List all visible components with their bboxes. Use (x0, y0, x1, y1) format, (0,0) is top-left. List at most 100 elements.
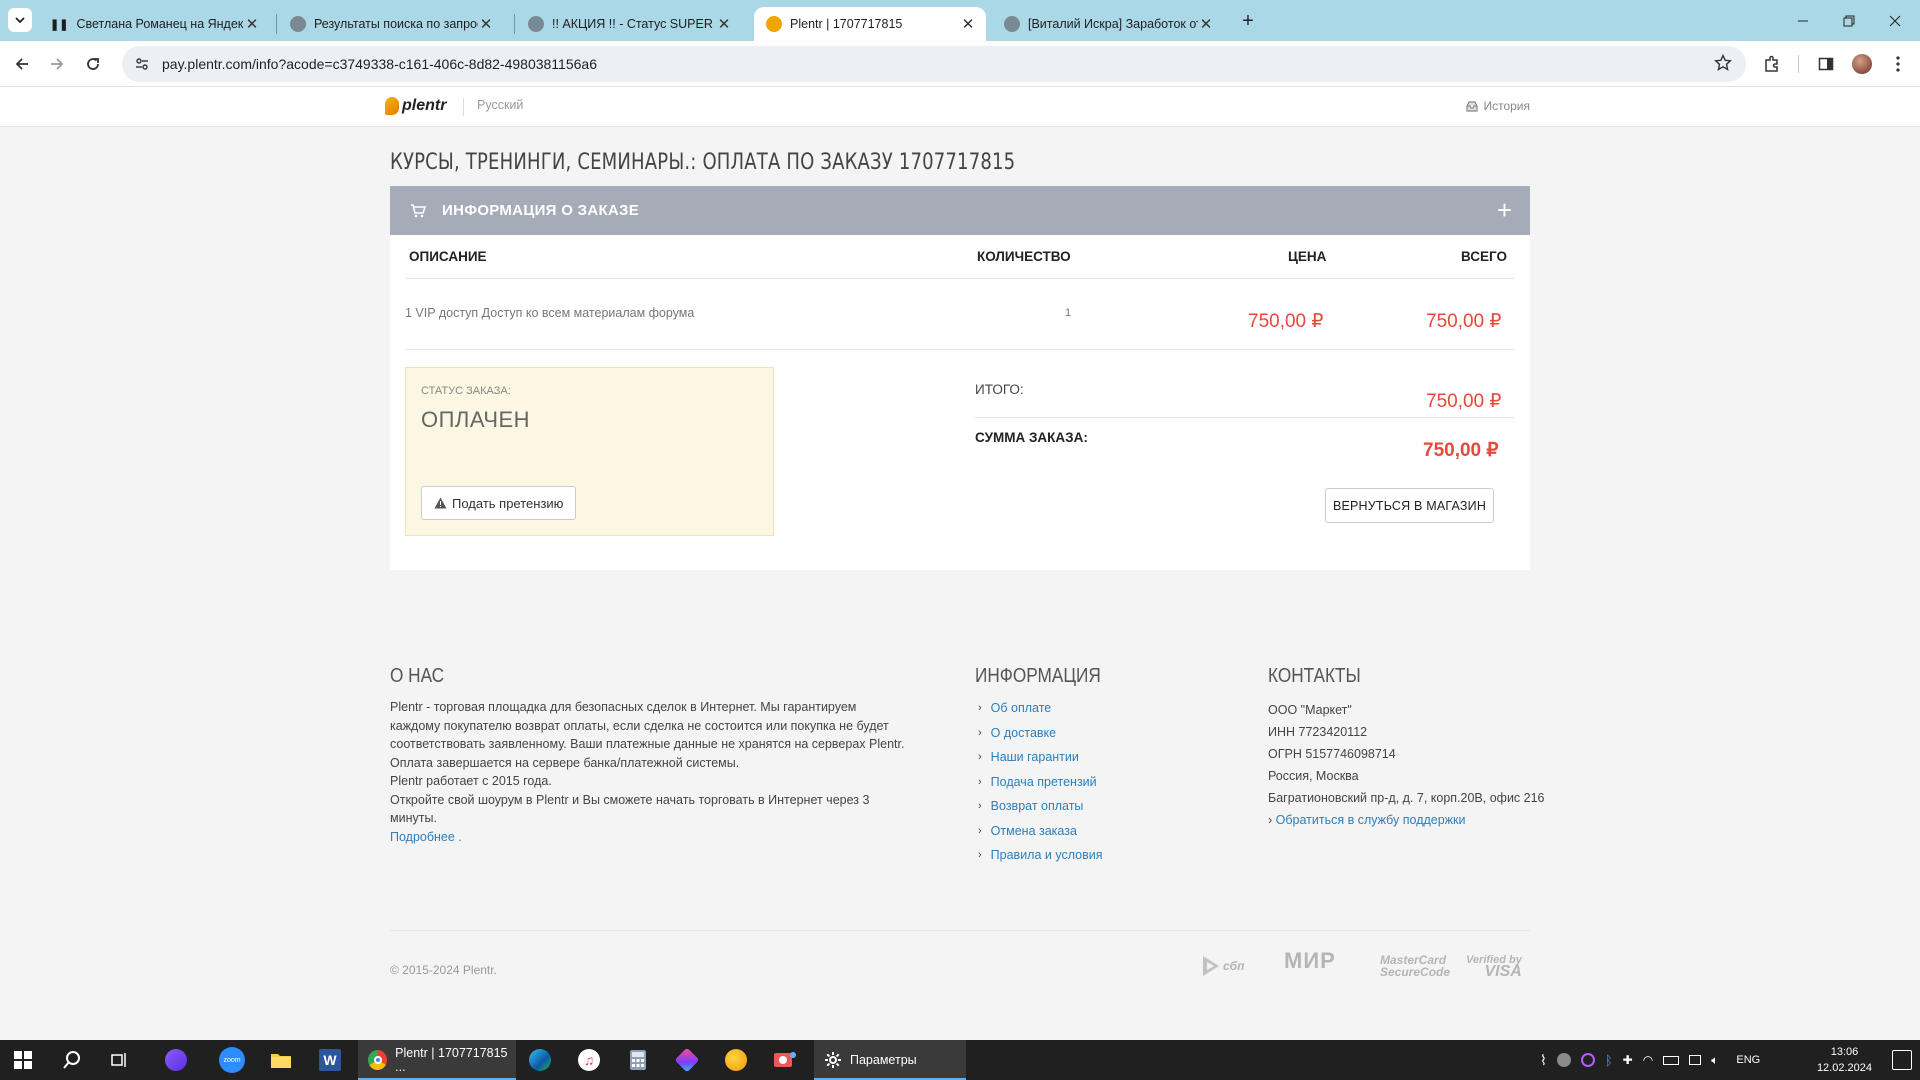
footer-link-terms[interactable]: › Правила и условия (978, 843, 1103, 868)
wifi-icon[interactable]: ◠ (1643, 1053, 1653, 1067)
footer-link-cancel[interactable]: › Отмена заказа (978, 819, 1103, 844)
pen-icon[interactable]: ⌇ (1540, 1052, 1547, 1069)
taskbar-app-calculator[interactable] (618, 1044, 658, 1076)
extensions-button[interactable] (1758, 50, 1786, 78)
volume-icon[interactable]: 🔈︎ (1711, 1053, 1718, 1068)
order-total-label: СУММА ЗАКАЗА: (975, 430, 1088, 445)
subtotal-label: ИТОГО: (975, 382, 1024, 397)
app-tray-icon[interactable] (1580, 1053, 1595, 1067)
order-panel: ИНФОРМАЦИЯ О ЗАКАЗЕ + ОПИСАНИЕ КОЛИЧЕСТВ… (390, 186, 1530, 570)
contact-ogrn: ОГРН 5157746098714 (1268, 747, 1396, 761)
language-indicator[interactable]: ENG (1736, 1054, 1760, 1066)
footer-info-links: › Об оплате › О доставке › Наши гарантии › П… (978, 696, 1103, 868)
task-view-button[interactable] (100, 1044, 140, 1076)
site-info-icon[interactable] (134, 56, 150, 72)
browser-tab[interactable]: [Виталий Искра] Заработок от ✕ (992, 7, 1224, 41)
more-link[interactable]: Подробнее . (390, 828, 910, 847)
taskbar-app-settings[interactable]: Параметры (814, 1040, 966, 1080)
table-divider (405, 278, 1515, 279)
footer-info-title: ИНФОРМАЦИЯ (975, 665, 1101, 687)
notifications-icon[interactable] (1892, 1050, 1912, 1070)
taskbar-app-snipping[interactable] (765, 1044, 805, 1076)
close-tab-icon[interactable]: ✕ (960, 16, 976, 33)
alice-icon (165, 1049, 187, 1071)
bookmark-star-icon[interactable] (1714, 54, 1732, 72)
profile-avatar[interactable] (1848, 50, 1876, 78)
puzzle-icon (1765, 55, 1778, 72)
language-selector[interactable]: Русский (463, 98, 523, 116)
expand-plus-icon[interactable]: + (1497, 197, 1512, 223)
back-button[interactable] (8, 50, 36, 78)
taskbar-app-alice[interactable] (156, 1044, 196, 1076)
footer-link-refund[interactable]: › Возврат оплаты (978, 794, 1103, 819)
calculator-icon (630, 1050, 646, 1070)
tab-search-button[interactable] (8, 8, 32, 32)
web-page: plentr Русский История КУРСЫ, ТРЕНИНГИ, … (0, 87, 1920, 1040)
plentr-logo[interactable]: plentr (385, 97, 446, 115)
support-link[interactable]: › Обратиться в службу поддержки (1268, 809, 1545, 831)
chevron-right-icon: › (978, 849, 982, 862)
close-tab-icon[interactable]: ✕ (244, 16, 260, 33)
restore-button[interactable] (1826, 0, 1872, 41)
taskbar-app-itunes[interactable]: ♫ (569, 1044, 609, 1076)
taskbar-search-button[interactable] (52, 1044, 92, 1076)
browser-tab-active[interactable]: Plentr | 1707717815 ✕ (754, 7, 986, 41)
skype-icon[interactable] (1556, 1053, 1571, 1067)
side-panel-button[interactable] (1812, 50, 1840, 78)
browser-toolbar: pay.plentr.com/info?acode=c3749338-c161-… (0, 41, 1920, 87)
system-tray: ⌇ ᛒ ✚ ◠ 🔈︎ ENG (1540, 1040, 1760, 1080)
footer-about-title: О НАС (390, 665, 445, 687)
start-button[interactable] (3, 1044, 43, 1076)
minimize-button[interactable] (1780, 0, 1826, 41)
close-tab-icon[interactable]: ✕ (716, 16, 732, 33)
mir-logo: МИР (1284, 948, 1336, 973)
footer-link-delivery[interactable]: › О доставке (978, 721, 1103, 746)
forward-button[interactable] (43, 50, 71, 78)
footer-divider (390, 930, 1530, 931)
minimize-icon (1798, 20, 1808, 21)
taskbar-app-chrome-active[interactable]: Plentr | 1707717815 ... (358, 1040, 516, 1080)
contact-address: Багратионовский пр-д, д. 7, корп.20В, оф… (1268, 791, 1545, 805)
footer-contacts: ООО "Маркет" ИНН 7723420112 ОГРН 5157746… (1268, 699, 1545, 831)
globe-icon (528, 16, 544, 32)
battery-icon[interactable] (1663, 1055, 1680, 1065)
footer-link-payment[interactable]: › Об оплате (978, 696, 1103, 721)
taskbar-clock[interactable]: 13:06 12.02.2024 (1817, 1044, 1872, 1076)
close-tab-icon[interactable]: ✕ (1198, 16, 1214, 33)
taskbar-app-paint3d[interactable] (667, 1044, 707, 1076)
taskbar-app-zoom[interactable]: zoom (212, 1044, 252, 1076)
globe-icon (290, 16, 306, 32)
bluetooth-icon[interactable]: ᛒ (1605, 1053, 1613, 1068)
browser-tab[interactable]: ❚❚ Светлана Романец на Яндекс ✕ (38, 7, 270, 41)
tray-app-icon[interactable]: ✚ (1623, 1053, 1633, 1067)
taskbar-app-edge[interactable] (520, 1044, 560, 1076)
new-tab-button[interactable]: + (1234, 8, 1262, 34)
browser-menu-button[interactable] (1884, 50, 1912, 78)
close-tab-icon[interactable]: ✕ (478, 16, 494, 33)
address-bar[interactable]: pay.plentr.com/info?acode=c3749338-c161-… (122, 46, 1746, 82)
browser-tab[interactable]: Результаты поиска по запросу ✕ (278, 7, 504, 41)
display-icon[interactable] (1689, 1055, 1702, 1065)
close-window-button[interactable] (1872, 0, 1918, 41)
taskbar-app-word[interactable]: W (310, 1044, 350, 1076)
return-to-shop-button[interactable]: ВЕРНУТЬСЯ В МАГАЗИН (1325, 488, 1494, 523)
status-value: ОПЛАЧЕН (421, 407, 531, 432)
reload-button[interactable] (79, 50, 107, 78)
history-link[interactable]: История (1466, 99, 1530, 113)
browser-tab[interactable]: !! АКЦИЯ !! - Статус SUPER VIP ✕ (516, 7, 742, 41)
reload-icon (87, 58, 99, 70)
globe-icon (1004, 16, 1020, 32)
kebab-menu-icon (1896, 56, 1900, 72)
taskbar-app-explorer[interactable] (261, 1044, 301, 1076)
toolbar-divider (1798, 55, 1799, 73)
restore-icon (1843, 15, 1855, 26)
footer-link-claims[interactable]: › Подача претензий (978, 770, 1103, 795)
taskbar-app-weather[interactable] (716, 1044, 756, 1076)
url-text[interactable]: pay.plentr.com/info?acode=c3749338-c161-… (162, 56, 597, 72)
footer-link-guarantees[interactable]: › Наши гарантии (978, 745, 1103, 770)
order-panel-header[interactable]: ИНФОРМАЦИЯ О ЗАКАЗЕ + (390, 186, 1530, 235)
column-header-description: ОПИСАНИЕ (409, 249, 487, 264)
file-claim-button[interactable]: Подать претензию (421, 486, 577, 520)
table-divider (405, 349, 1515, 350)
copyright: © 2015-2024 Plentr. (390, 963, 497, 977)
